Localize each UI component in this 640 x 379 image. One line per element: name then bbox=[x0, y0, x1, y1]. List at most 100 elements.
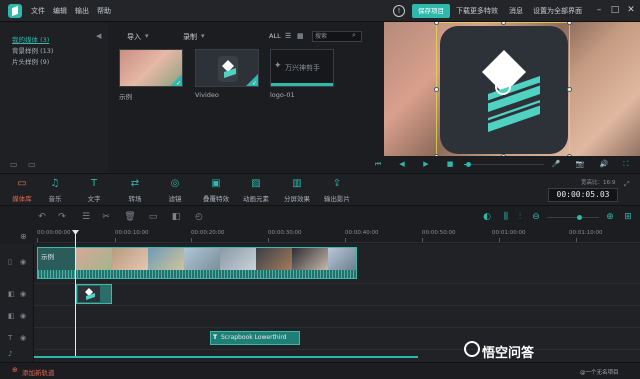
ruler-label: 00:00:10:00 bbox=[115, 230, 149, 236]
media-thumb-logo[interactable]: ✦ 万兴神剪手 bbox=[270, 49, 334, 87]
record-dropdown[interactable]: 录制 bbox=[183, 32, 197, 42]
tool-text[interactable]: T 文字 bbox=[74, 177, 114, 203]
scrubber-handle[interactable] bbox=[466, 162, 471, 167]
play-icon[interactable]: ▶ bbox=[420, 158, 432, 170]
messages-link[interactable]: 消息 bbox=[509, 6, 523, 16]
add-track-plus-icon[interactable]: ⊕ bbox=[20, 232, 27, 241]
eye-icon[interactable]: ◉ bbox=[20, 290, 26, 298]
edit-toolbar: ↶ ↷ ☰ ✂ 🗑 ▭ ◧ ◴ ◐ ⫼ ⫶ ⊖ ⊕ ⊞ bbox=[0, 207, 640, 227]
eye-icon[interactable]: ◉ bbox=[20, 312, 26, 320]
import-dropdown[interactable]: 导入 bbox=[127, 32, 141, 42]
selection-box[interactable] bbox=[434, 22, 572, 159]
volume-icon[interactable]: 🔊 bbox=[598, 158, 610, 170]
video-clip[interactable]: 示例 bbox=[37, 247, 357, 279]
preview-scrubber[interactable] bbox=[464, 162, 544, 167]
split-track-icon[interactable]: ⫼ bbox=[500, 211, 512, 223]
track-overlay-2[interactable] bbox=[34, 306, 640, 328]
title-clip[interactable]: T Scrapbook Lowerthird bbox=[210, 331, 300, 345]
settings-list-icon[interactable]: ☰ bbox=[80, 211, 92, 223]
library-item-my-media[interactable]: 我的媒体 (3) bbox=[12, 34, 49, 44]
tool-transition[interactable]: ⇄ 转场 bbox=[115, 177, 155, 203]
fullscreen-icon[interactable]: ⛶ bbox=[620, 158, 632, 170]
snapshot-icon[interactable]: 📷 bbox=[574, 158, 586, 170]
crop-icon[interactable]: ▭ bbox=[147, 211, 159, 223]
download-effects-link[interactable]: 下载更多特效 bbox=[456, 6, 498, 16]
save-project-button[interactable]: 保存项目 bbox=[412, 4, 450, 18]
aspect-ratio-label: 宽高比：16:9 bbox=[581, 180, 616, 186]
transition-icon: ⇄ bbox=[130, 178, 140, 189]
delete-icon[interactable]: 🗑 bbox=[124, 211, 136, 223]
stop-icon[interactable]: ■ bbox=[444, 158, 456, 170]
audio-mix-icon[interactable]: ⫶ bbox=[514, 211, 526, 223]
menu-file[interactable]: 文件 bbox=[31, 6, 45, 16]
list-view-icon[interactable]: ☰ bbox=[285, 32, 291, 40]
rotate-handle-icon[interactable] bbox=[495, 79, 511, 95]
step-back-icon[interactable]: ◀ bbox=[396, 158, 408, 170]
color-icon[interactable]: ◧ bbox=[170, 211, 182, 223]
timeline-ruler[interactable]: 00:00:00:00 00:00:10:00 00:00:20:00 00:0… bbox=[34, 229, 640, 243]
microphone-icon[interactable]: 🎤 bbox=[550, 158, 562, 170]
text-icon: T bbox=[90, 178, 98, 189]
audio-waveform bbox=[38, 270, 356, 278]
settings-link[interactable]: 设置为全部界面 bbox=[533, 6, 582, 16]
media-thumb-vivideo[interactable] bbox=[195, 49, 259, 87]
zoom-out-icon[interactable]: ⊖ bbox=[530, 211, 542, 223]
library-item-backgrounds[interactable]: 背景样例 (13) bbox=[12, 45, 53, 55]
resize-handle[interactable] bbox=[501, 22, 506, 25]
menu-edit[interactable]: 编辑 bbox=[53, 6, 67, 16]
close-icon[interactable]: ✕ bbox=[624, 3, 638, 17]
playhead[interactable] bbox=[75, 233, 76, 356]
eye-icon[interactable]: ◉ bbox=[20, 258, 26, 266]
expand-icon[interactable]: ⤢ bbox=[624, 180, 630, 189]
zoom-slider-handle[interactable] bbox=[577, 215, 582, 220]
minimize-icon[interactable]: – bbox=[592, 3, 606, 17]
cut-icon[interactable]: ✂ bbox=[100, 211, 112, 223]
resize-handle[interactable] bbox=[434, 87, 439, 92]
tool-overlay[interactable]: ▣ 叠覆特效 bbox=[196, 177, 236, 203]
horizontal-scrollbar[interactable] bbox=[34, 356, 418, 358]
redo-icon[interactable]: ↷ bbox=[56, 211, 68, 223]
record-chevron-icon[interactable]: ▾ bbox=[201, 32, 205, 40]
ruler-label: 00:00:40:00 bbox=[345, 230, 379, 236]
folder-open-icon[interactable]: ▭ bbox=[28, 160, 36, 169]
split-icon: ▥ bbox=[292, 178, 302, 189]
title-bar: 文件 编辑 输出 帮助 ! 保存项目 下载更多特效 消息 设置为全部界面 – □… bbox=[0, 0, 640, 22]
tool-split-screen[interactable]: ▥ 分屏效果 bbox=[277, 177, 317, 203]
eye-icon[interactable]: ◉ bbox=[20, 334, 26, 342]
zoom-slider[interactable] bbox=[547, 215, 599, 220]
menu-help[interactable]: 帮助 bbox=[97, 6, 111, 16]
speed-icon[interactable]: ◴ bbox=[193, 211, 205, 223]
bottom-bar bbox=[0, 362, 640, 379]
skip-back-icon[interactable]: ⏮ bbox=[372, 158, 384, 170]
add-track-button[interactable]: 添加新轨道 bbox=[22, 367, 55, 377]
new-folder-icon[interactable]: ▭ bbox=[10, 160, 18, 169]
library-item-intros[interactable]: 片头样例 (9) bbox=[12, 56, 49, 66]
tool-export[interactable]: ⇪ 输出影片 bbox=[317, 177, 357, 203]
tool-filter[interactable]: ◎ 滤镜 bbox=[155, 177, 195, 203]
menu-export[interactable]: 输出 bbox=[75, 6, 89, 16]
render-icon[interactable]: ◐ bbox=[481, 211, 493, 223]
grid-view-icon[interactable]: ▦ bbox=[297, 32, 304, 40]
undo-icon[interactable]: ↶ bbox=[36, 211, 48, 223]
preview-canvas[interactable] bbox=[384, 22, 640, 173]
tool-elements[interactable]: ▨ 动画元素 bbox=[236, 177, 276, 203]
import-chevron-icon[interactable]: ▾ bbox=[145, 32, 149, 40]
media-thumb-sample[interactable] bbox=[119, 49, 183, 87]
tool-music[interactable]: ♫ 音乐 bbox=[35, 177, 75, 203]
track-head-video: ▯ ◉ bbox=[0, 244, 34, 284]
zoom-in-icon[interactable]: ⊕ bbox=[604, 211, 616, 223]
track-overlay[interactable] bbox=[34, 284, 640, 306]
resize-handle[interactable] bbox=[567, 22, 572, 25]
collapse-panel-icon[interactable]: ◀ bbox=[96, 32, 101, 40]
media-label-sample: 示例 bbox=[119, 93, 132, 101]
resize-handle[interactable] bbox=[434, 22, 439, 25]
info-icon[interactable]: ! bbox=[393, 5, 405, 17]
filter-all[interactable]: ALL bbox=[269, 32, 281, 40]
overlay-clip[interactable] bbox=[76, 284, 112, 304]
resize-handle[interactable] bbox=[567, 87, 572, 92]
add-track-icon[interactable]: ⊕ bbox=[12, 366, 18, 374]
fit-icon[interactable]: ⊞ bbox=[622, 211, 634, 223]
track-text[interactable] bbox=[34, 328, 640, 350]
maximize-icon[interactable]: □ bbox=[608, 3, 622, 17]
media-label-logo: logo-01 bbox=[270, 91, 295, 99]
